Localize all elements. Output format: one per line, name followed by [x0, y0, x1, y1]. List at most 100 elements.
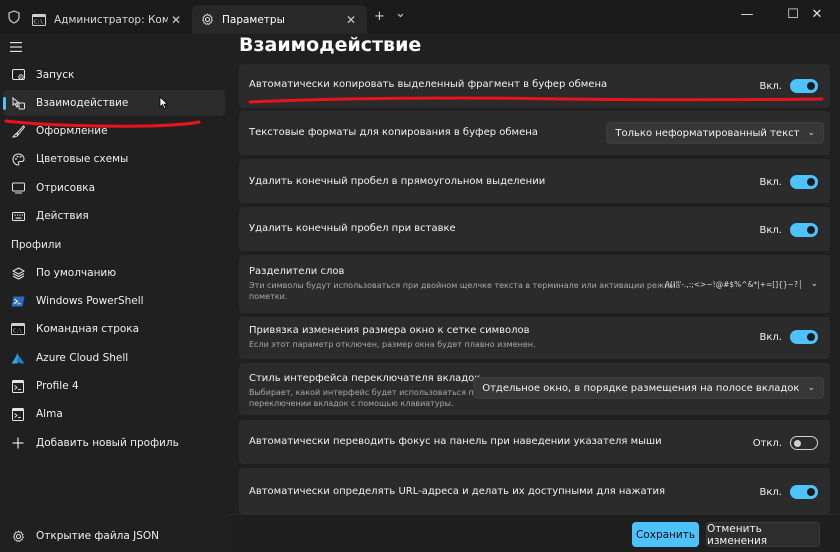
sidebar-item-profile-powershell[interactable]: Windows PowerShell: [3, 288, 225, 314]
toggle-state-label: Вкл.: [759, 176, 782, 188]
toggle-state-label: Откл.: [752, 437, 782, 449]
toggle-state-label: Вкл.: [759, 80, 782, 92]
sidebar-item-appearance[interactable]: Оформление: [3, 118, 225, 144]
toggle-control[interactable]: Вкл.: [760, 223, 818, 237]
terminal-icon: [11, 379, 25, 393]
hamburger-menu-icon[interactable]: [10, 41, 24, 53]
setting-title: Автоматически копировать выделенный фраг…: [249, 79, 608, 90]
sidebar-item-label: Запуск: [36, 69, 75, 81]
setting-title: Автоматически определять URL-адреса и де…: [249, 486, 665, 497]
tab-settings[interactable]: Параметры ✕: [192, 5, 367, 34]
word-delimiters-value: /\()"'-.,:;<>~!@#$%^&*|+=[]{}~?│ ⌄: [665, 279, 818, 289]
sidebar-item-startup[interactable]: Запуск: [3, 62, 225, 88]
new-tab-button[interactable]: +: [374, 9, 385, 24]
discard-changes-button[interactable]: Отменить изменения: [706, 522, 820, 547]
setting-title: Разделители слов: [249, 266, 345, 277]
chevron-down-icon: ⌄: [807, 128, 815, 138]
sidebar-item-label: Открытие файла JSON: [36, 530, 160, 542]
sidebar-item-open-json[interactable]: Открытие файла JSON: [3, 523, 225, 549]
sidebar-item-add-profile[interactable]: Добавить новый профиль: [3, 430, 225, 456]
toggle-control[interactable]: Вкл.: [760, 175, 818, 189]
azure-icon: [11, 351, 25, 365]
copy-format-dropdown[interactable]: Только неформатированный текст ⌄: [606, 122, 824, 144]
toggle-switch[interactable]: [790, 79, 818, 93]
sidebar-item-label: Отрисовка: [36, 182, 96, 194]
toggle-switch[interactable]: [790, 330, 818, 344]
setting-title: Автоматически переводить фокус на панель…: [249, 436, 662, 447]
toggle-control[interactable]: Вкл.: [760, 330, 818, 344]
brush-icon: [11, 124, 25, 138]
setting-copy-formats: Текстовые форматы для копирования в буфе…: [239, 111, 830, 155]
interaction-icon: [11, 96, 25, 110]
toggle-switch[interactable]: [790, 223, 818, 237]
sidebar-item-actions[interactable]: Действия: [3, 203, 225, 229]
setting-trim-block-selection: Удалить конечный пробел в прямоугольном …: [239, 159, 830, 203]
sidebar-item-profile-default[interactable]: По умолчанию: [3, 260, 225, 286]
monitor-icon: [11, 181, 25, 195]
chevron-down-icon: ⌄: [807, 383, 815, 393]
tab-close-button[interactable]: ✕: [168, 13, 184, 27]
svg-text:C:\: C:\: [13, 329, 22, 335]
sidebar: Запуск Взаимодействие Оформление Цветовы…: [0, 34, 228, 552]
minimize-button[interactable]: —: [724, 6, 770, 28]
keyboard-icon: [11, 209, 25, 223]
toggle-switch[interactable]: [790, 485, 818, 499]
save-button[interactable]: Сохранить: [632, 522, 699, 547]
sidebar-item-label: Profile 4: [36, 380, 79, 392]
tab-switcher-dropdown[interactable]: Отдельное окно, в порядке размещения на …: [473, 377, 824, 399]
svg-text:C:\: C:\: [34, 19, 43, 25]
toggle-state-label: Вкл.: [759, 224, 782, 236]
setting-title: Удалить конечный пробел при вставке: [249, 223, 456, 234]
sidebar-item-label: Оформление: [36, 125, 108, 137]
setting-title: Удалить конечный пробел в прямоугольном …: [249, 176, 546, 187]
sidebar-item-color-schemes[interactable]: Цветовые схемы: [3, 146, 225, 172]
delimiters-text: /\()"'-.,:;<>~!@#$%^&*|+=[]{}~?│: [664, 279, 803, 289]
toggle-switch[interactable]: [790, 175, 818, 189]
sidebar-item-profile-alma[interactable]: Alma: [3, 401, 225, 427]
setting-description: Эти символы будут использоваться при дво…: [249, 281, 681, 290]
setting-word-delimiters[interactable]: Разделители слов Эти символы будут испол…: [239, 255, 830, 313]
setting-title: Стиль интерфейса переключателя вкладок: [249, 373, 481, 384]
toggle-switch[interactable]: [790, 436, 818, 450]
setting-auto-copy: Автоматически копировать выделенный фраг…: [239, 64, 830, 108]
sidebar-item-label: Windows PowerShell: [36, 295, 144, 307]
sidebar-item-label: Командная строка: [36, 323, 140, 335]
tab-dropdown-button[interactable]: ⌄: [395, 6, 406, 21]
plus-icon: [11, 436, 25, 450]
startup-icon: [11, 68, 25, 82]
toggle-state-label: Вкл.: [759, 486, 782, 498]
setting-title: Привязка изменения размера окно к сетке …: [249, 325, 530, 336]
toggle-state-label: Вкл.: [759, 331, 782, 343]
sidebar-item-label: Alma: [36, 408, 63, 420]
mouse-cursor-icon: [159, 96, 169, 110]
sidebar-item-profile-cmd[interactable]: C:\ Командная строка: [3, 316, 225, 342]
dropdown-value: Только неформатированный текст: [615, 127, 800, 139]
sidebar-item-profile-4[interactable]: Profile 4: [3, 373, 225, 399]
toggle-control[interactable]: Вкл.: [760, 485, 818, 499]
page-title: Взаимодействие: [239, 34, 422, 56]
setting-description: пометки.: [249, 292, 288, 301]
toggle-control[interactable]: Откл.: [753, 436, 818, 450]
profiles-section-label: Профили: [11, 239, 62, 251]
close-window-button[interactable]: ✕: [794, 6, 840, 28]
sidebar-item-label: Добавить новый профиль: [36, 437, 179, 449]
toggle-control[interactable]: Вкл.: [760, 79, 818, 93]
sidebar-item-rendering[interactable]: Отрисовка: [3, 175, 225, 201]
setting-title: Текстовые форматы для копирования в буфе…: [249, 127, 538, 138]
setting-focus-follows-mouse: Автоматически переводить фокус на панель…: [239, 420, 830, 464]
setting-trim-paste: Удалить конечный пробел при вставке Вкл.: [239, 207, 830, 251]
setting-snap-to-grid: Привязка изменения размера окно к сетке …: [239, 317, 830, 359]
setting-detect-urls: Автоматически определять URL-адреса и де…: [239, 468, 830, 514]
shield-icon: [8, 10, 20, 24]
palette-icon: [11, 152, 25, 166]
cmd-icon: C:\: [11, 322, 25, 336]
layers-icon: [11, 266, 25, 280]
setting-tab-switcher: Стиль интерфейса переключателя вкладок В…: [239, 363, 830, 415]
tab-command-prompt[interactable]: C:\ Администратор: Командная с ✕: [24, 5, 192, 34]
tab-close-button[interactable]: ✕: [343, 13, 359, 27]
cmd-icon: C:\: [32, 13, 46, 27]
sidebar-item-profile-azure[interactable]: Azure Cloud Shell: [3, 345, 225, 371]
terminal-icon: [11, 407, 25, 421]
title-bar: C:\ Администратор: Командная с ✕ Парамет…: [0, 0, 840, 34]
sidebar-item-interaction[interactable]: Взаимодействие: [3, 90, 225, 116]
